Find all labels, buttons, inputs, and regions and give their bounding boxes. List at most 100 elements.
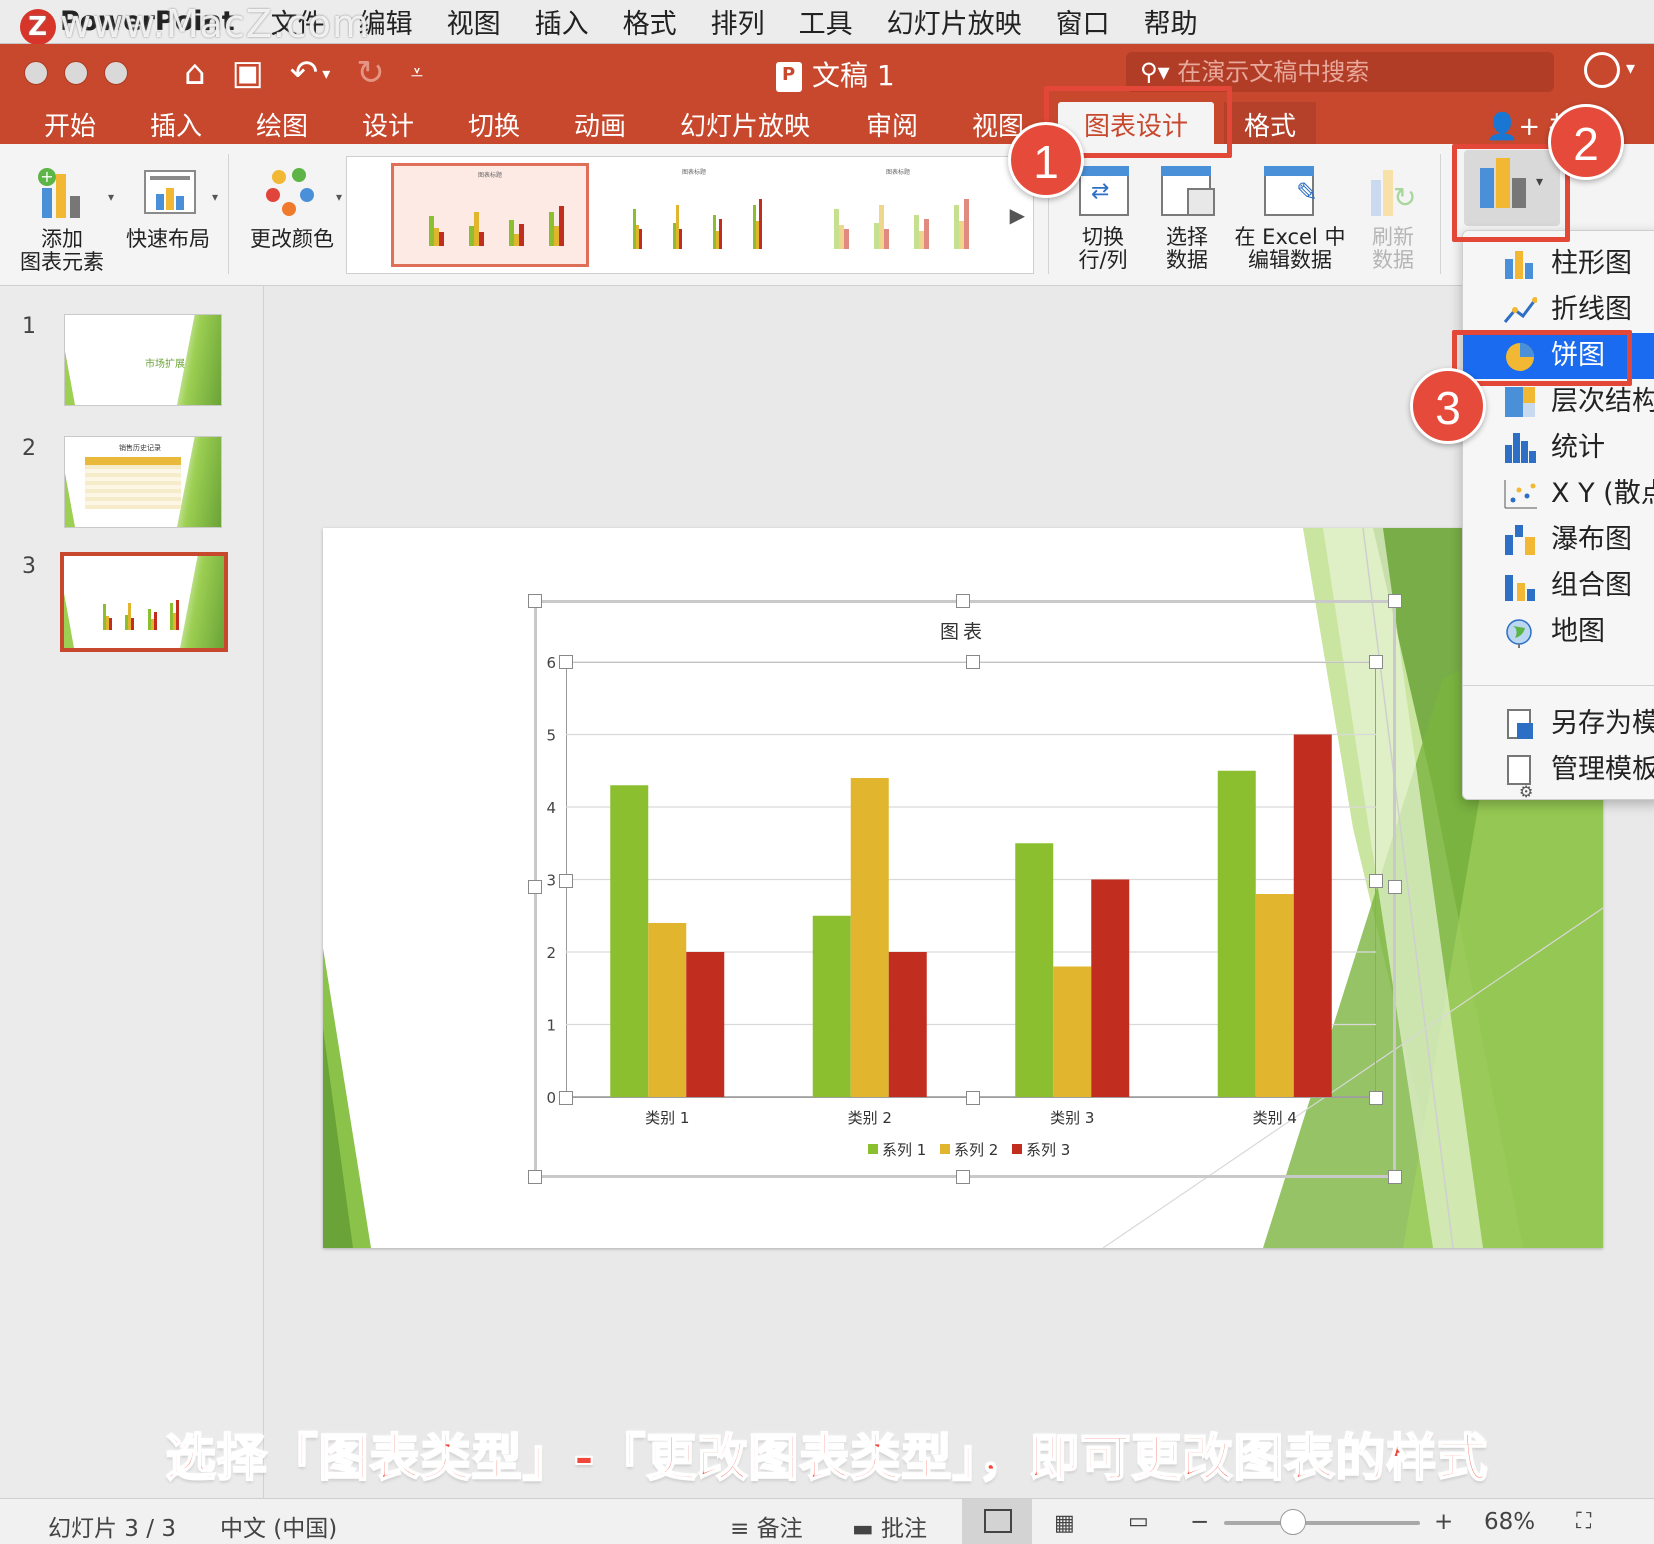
add-chart-element-label-1: 添加 — [41, 227, 83, 251]
plot-handle-right[interactable] — [1369, 874, 1383, 888]
slide-thumbnail-3[interactable] — [60, 552, 228, 652]
minimize-window-button[interactable] — [64, 61, 88, 85]
menu-item-line-label: 折线图 — [1551, 294, 1632, 325]
plot-area-frame[interactable] — [566, 662, 1376, 1098]
notes-button[interactable]: ≡ 备注 — [730, 1509, 803, 1543]
zoom-slider[interactable] — [1224, 1521, 1420, 1525]
presenter-view-button[interactable]: ▭ — [1110, 1499, 1180, 1544]
save-icon[interactable]: ▣ — [232, 53, 264, 93]
resize-handle-top[interactable] — [956, 594, 970, 608]
feedback-smiley-icon[interactable] — [1584, 52, 1620, 88]
undo-dropdown-icon[interactable]: ▾ — [322, 64, 330, 83]
plot-handle-bottom[interactable] — [966, 1091, 980, 1105]
edit-excel-icon: ✎ — [1260, 162, 1320, 222]
tab-slideshow[interactable]: 幻灯片放映 — [680, 106, 810, 143]
plot-handle-bottom-right[interactable] — [1369, 1091, 1383, 1105]
resize-handle-right[interactable] — [1388, 880, 1402, 894]
switch-row-column-label-1: 切换 — [1082, 225, 1124, 249]
chart-style-1[interactable]: 图表标题 — [391, 163, 589, 267]
edit-data-in-excel-button[interactable]: ✎ 在 Excel 中 编辑数据 — [1234, 162, 1346, 272]
resize-handle-bottom-left[interactable] — [528, 1170, 542, 1184]
tab-animations[interactable]: 动画 — [574, 106, 626, 143]
resize-handle-bottom-right[interactable] — [1388, 1170, 1402, 1184]
watermark: Zwww.MacZ.com — [20, 2, 370, 46]
tab-design[interactable]: 设计 — [362, 106, 414, 143]
notes-icon: ≡ — [730, 1516, 757, 1542]
slide-sorter-button[interactable]: ▦ — [1036, 1499, 1106, 1544]
zoom-slider-thumb[interactable] — [1279, 1509, 1306, 1535]
feedback-dropdown-icon[interactable]: ▾ — [1626, 58, 1635, 79]
menu-window[interactable]: 窗口 — [1056, 2, 1110, 41]
chart-style-2[interactable]: 图表标题 — [595, 163, 793, 267]
fit-to-window-icon[interactable]: ⛶ — [1576, 1509, 1591, 1534]
resize-handle-left[interactable] — [528, 880, 542, 894]
menu-item-map[interactable]: 地图 — [1463, 609, 1654, 655]
switch-row-column-button[interactable]: ⇄ 切换 行/列 — [1070, 162, 1136, 272]
home-icon[interactable]: ⌂ — [184, 53, 206, 93]
add-chart-element-button[interactable]: + ▾ 添加 图表元素 — [18, 164, 114, 274]
menu-item-column[interactable]: 柱形图 — [1463, 241, 1654, 287]
step-badge-2: 2 — [1548, 104, 1624, 180]
select-data-icon — [1157, 162, 1217, 222]
menu-help[interactable]: 帮助 — [1144, 2, 1198, 41]
chart-styles-gallery[interactable]: 图表标题 图表标题 图表标题 ▶ — [346, 156, 1034, 274]
language-indicator[interactable]: 中文 (中国) — [220, 1509, 337, 1543]
resize-handle-bottom[interactable] — [956, 1170, 970, 1184]
select-data-label-2: 数据 — [1166, 248, 1208, 272]
watermark-logo: Z — [20, 8, 56, 45]
comments-button[interactable]: ▬ 批注 — [852, 1509, 927, 1543]
select-data-button[interactable]: 选择 数据 — [1154, 162, 1220, 272]
quick-layout-icon: ▾ — [138, 164, 218, 224]
quick-layout-label: 快速布局 — [126, 227, 210, 251]
menu-tools[interactable]: 工具 — [799, 2, 853, 41]
customize-toolbar-icon[interactable]: ⩡ — [411, 61, 423, 86]
undo-icon[interactable]: ↶ — [290, 53, 319, 93]
menu-arrange[interactable]: 排列 — [711, 2, 765, 41]
menu-item-save-template-label: 另存为模 — [1551, 708, 1654, 739]
plot-handle-bottom-left[interactable] — [559, 1091, 573, 1105]
gallery-next-arrow-icon[interactable]: ▶ — [1010, 203, 1025, 227]
plot-handle-left[interactable] — [559, 874, 573, 888]
menu-insert[interactable]: 插入 — [535, 2, 589, 41]
menu-item-statistic[interactable]: 统计 — [1463, 425, 1654, 471]
plot-handle-top[interactable] — [966, 655, 980, 669]
plot-handle-top-left[interactable] — [559, 655, 573, 669]
document-title-text: 文稿 1 — [812, 59, 895, 92]
menu-view[interactable]: 视图 — [447, 2, 501, 41]
slide-thumbnail-2[interactable]: 销售历史记录 — [64, 436, 222, 528]
menu-item-manage-templates[interactable]: ⚙ 管理模板 — [1463, 747, 1654, 799]
slide1-title: 市场扩展 — [145, 359, 185, 370]
resize-handle-top-right[interactable] — [1388, 594, 1402, 608]
tab-review[interactable]: 审阅 — [866, 106, 918, 143]
zoom-in-button[interactable]: + — [1434, 1509, 1453, 1535]
zoom-level[interactable]: 68% — [1484, 1509, 1535, 1535]
menu-item-hierarchy-label: 层次结构 — [1551, 386, 1654, 417]
slide-thumbnail-1[interactable]: 市场扩展 — [64, 314, 222, 406]
menu-slideshow[interactable]: 幻灯片放映 — [887, 2, 1022, 41]
chart-style-3[interactable]: 图表标题 — [799, 163, 997, 267]
edit-excel-label-2: 编辑数据 — [1248, 248, 1332, 272]
menu-item-scatter[interactable]: X Y (散点 — [1463, 471, 1654, 517]
scatter-chart-icon — [1503, 479, 1537, 509]
menu-item-combo[interactable]: 组合图 — [1463, 563, 1654, 609]
zoom-window-button[interactable] — [104, 61, 128, 85]
resize-handle-top-left[interactable] — [528, 594, 542, 608]
slide-number-1: 1 — [22, 314, 36, 339]
tab-format[interactable]: 格式 — [1224, 102, 1317, 144]
tab-insert[interactable]: 插入 — [150, 106, 202, 143]
plot-handle-top-right[interactable] — [1369, 655, 1383, 669]
quick-layout-button[interactable]: ▾ 快速布局 — [120, 164, 218, 251]
tab-home[interactable]: 开始 — [44, 106, 96, 143]
menu-format[interactable]: 格式 — [623, 2, 677, 41]
tab-draw[interactable]: 绘图 — [256, 106, 308, 143]
normal-view-button[interactable] — [962, 1499, 1032, 1544]
slide-thumbnail-panel: 1 市场扩展 2 销售历史记录 3 — [0, 286, 264, 1498]
change-colors-button[interactable]: ▾ 更改颜色 — [244, 164, 342, 251]
tab-transitions[interactable]: 切换 — [468, 106, 520, 143]
zoom-out-button[interactable]: − — [1190, 1509, 1209, 1535]
close-window-button[interactable] — [24, 61, 48, 85]
menu-item-save-template[interactable]: 另存为模 — [1463, 701, 1654, 747]
menu-item-line[interactable]: 折线图 — [1463, 287, 1654, 333]
step-badge-3: 3 — [1410, 368, 1486, 444]
menu-item-waterfall[interactable]: 瀑布图 — [1463, 517, 1654, 563]
